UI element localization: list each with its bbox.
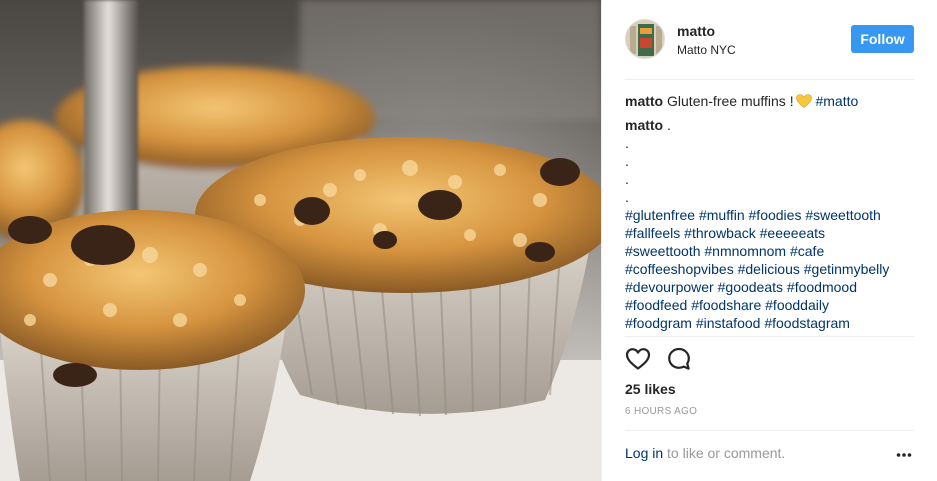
post-header: matto Matto NYC Follow: [625, 19, 914, 61]
header-username[interactable]: matto: [677, 23, 715, 39]
avatar-image: [626, 20, 664, 58]
heart-outline-icon[interactable]: [625, 346, 651, 372]
comment-text: .: [667, 117, 671, 133]
ellipsis-icon[interactable]: [896, 452, 912, 458]
comment-bubble-icon[interactable]: [666, 346, 692, 372]
caption-hashtag[interactable]: #matto: [815, 93, 858, 109]
footer-divider: [625, 430, 914, 431]
hashtag-link[interactable]: #throwback: [684, 225, 756, 241]
hashtag-comment: matto . . . . . #glutenfree #muffin #foo…: [625, 116, 914, 332]
hashtag-link[interactable]: #nmnomnom: [704, 243, 786, 259]
hashtag-link[interactable]: #cafe: [790, 243, 824, 259]
hashtag-link[interactable]: #foodmood: [787, 279, 857, 295]
hashtag-link[interactable]: #delicious: [738, 261, 800, 277]
hashtag-link[interactable]: #fooddaily: [765, 297, 829, 313]
header-location[interactable]: Matto NYC: [677, 43, 736, 57]
login-prompt-text: to like or comment.: [663, 445, 786, 461]
yellow-heart-icon: [795, 94, 812, 108]
hashtag-link[interactable]: #foodies: [749, 207, 802, 223]
hashtag-link[interactable]: #eeeeeats: [760, 225, 825, 241]
comment-dot-line: .: [625, 189, 629, 205]
follow-button[interactable]: Follow: [851, 25, 914, 53]
hashtag-link[interactable]: #sweettooth: [805, 207, 881, 223]
hashtag-link[interactable]: #glutenfree: [625, 207, 695, 223]
comment-dot-line: .: [625, 153, 629, 169]
login-prompt: Log in to like or comment.: [625, 445, 785, 461]
caption-text: Gluten-free muffins !: [667, 93, 794, 109]
login-link[interactable]: Log in: [625, 445, 663, 461]
comment-dot-line: .: [625, 135, 629, 151]
comment-hashtags: #glutenfree #muffin #foodies #sweettooth…: [625, 206, 914, 332]
hashtag-link[interactable]: #instafood: [696, 315, 761, 331]
likes-count[interactable]: 25 likes: [625, 381, 676, 397]
hashtag-link[interactable]: #coffeeshopvibes: [625, 261, 734, 277]
hashtag-link[interactable]: #foodstagram: [764, 315, 850, 331]
hashtag-link[interactable]: #foodshare: [691, 297, 761, 313]
post-timestamp[interactable]: 6 HOURS AGO: [625, 406, 697, 417]
hashtag-link[interactable]: #sweettooth: [625, 243, 701, 259]
hashtag-link[interactable]: #muffin: [699, 207, 745, 223]
hashtag-link[interactable]: #devourpower: [625, 279, 714, 295]
hashtag-link[interactable]: #foodgram: [625, 315, 692, 331]
caption-username[interactable]: matto: [625, 93, 663, 109]
hashtag-link[interactable]: #getinmybelly: [804, 261, 890, 277]
post-side-panel: matto Matto NYC Follow matto Gluten-free…: [601, 0, 937, 481]
comment-dot-line: .: [625, 171, 629, 187]
post-photo[interactable]: [0, 0, 601, 481]
comments-divider: [625, 336, 914, 337]
comments-list[interactable]: matto Gluten-free muffins ! #matto matto…: [625, 92, 914, 333]
header-divider: [625, 79, 914, 80]
hashtag-link[interactable]: #foodfeed: [625, 297, 687, 313]
caption-comment: matto Gluten-free muffins ! #matto: [625, 92, 914, 110]
hashtag-link[interactable]: #fallfeels: [625, 225, 680, 241]
avatar[interactable]: [625, 19, 665, 59]
hashtag-link[interactable]: #goodeats: [718, 279, 783, 295]
comment-username[interactable]: matto: [625, 117, 663, 133]
muffins-illustration: [0, 0, 601, 481]
